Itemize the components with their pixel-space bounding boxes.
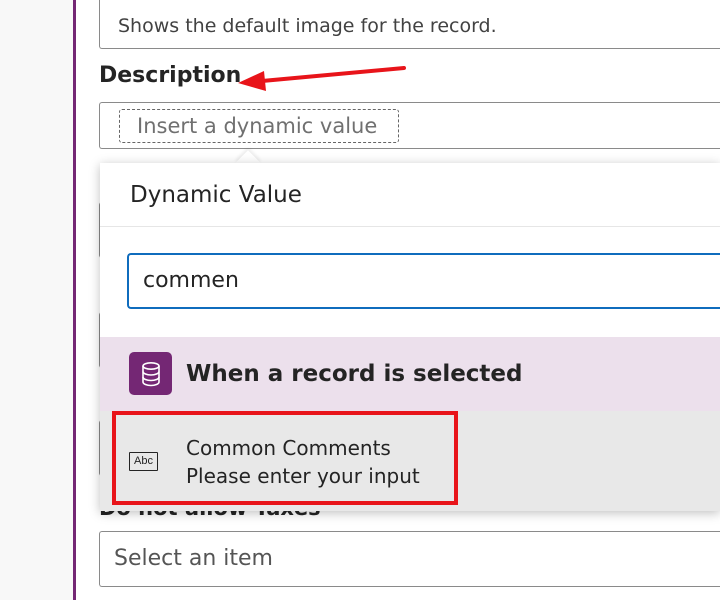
- taxes-select-placeholder: Select an item: [114, 546, 273, 571]
- image-description-text: Shows the default image for the record.: [118, 15, 497, 37]
- popup-divider: [100, 226, 720, 227]
- annotation-highlight-box: [112, 411, 458, 505]
- left-gutter: [0, 0, 73, 600]
- group-title: When a record is selected: [186, 361, 523, 387]
- description-field[interactable]: Insert a dynamic value: [99, 102, 720, 149]
- description-label: Description: [99, 63, 242, 88]
- dynamic-value-search-input[interactable]: commen: [127, 253, 720, 309]
- insert-dynamic-value-chip[interactable]: Insert a dynamic value: [119, 109, 399, 143]
- database-icon: [129, 352, 172, 395]
- taxes-select[interactable]: Select an item: [99, 531, 720, 587]
- image-description-field[interactable]: Shows the default image for the record.: [99, 0, 720, 49]
- group-header-record-selected[interactable]: When a record is selected: [100, 337, 720, 411]
- popup-title: Dynamic Value: [130, 182, 302, 208]
